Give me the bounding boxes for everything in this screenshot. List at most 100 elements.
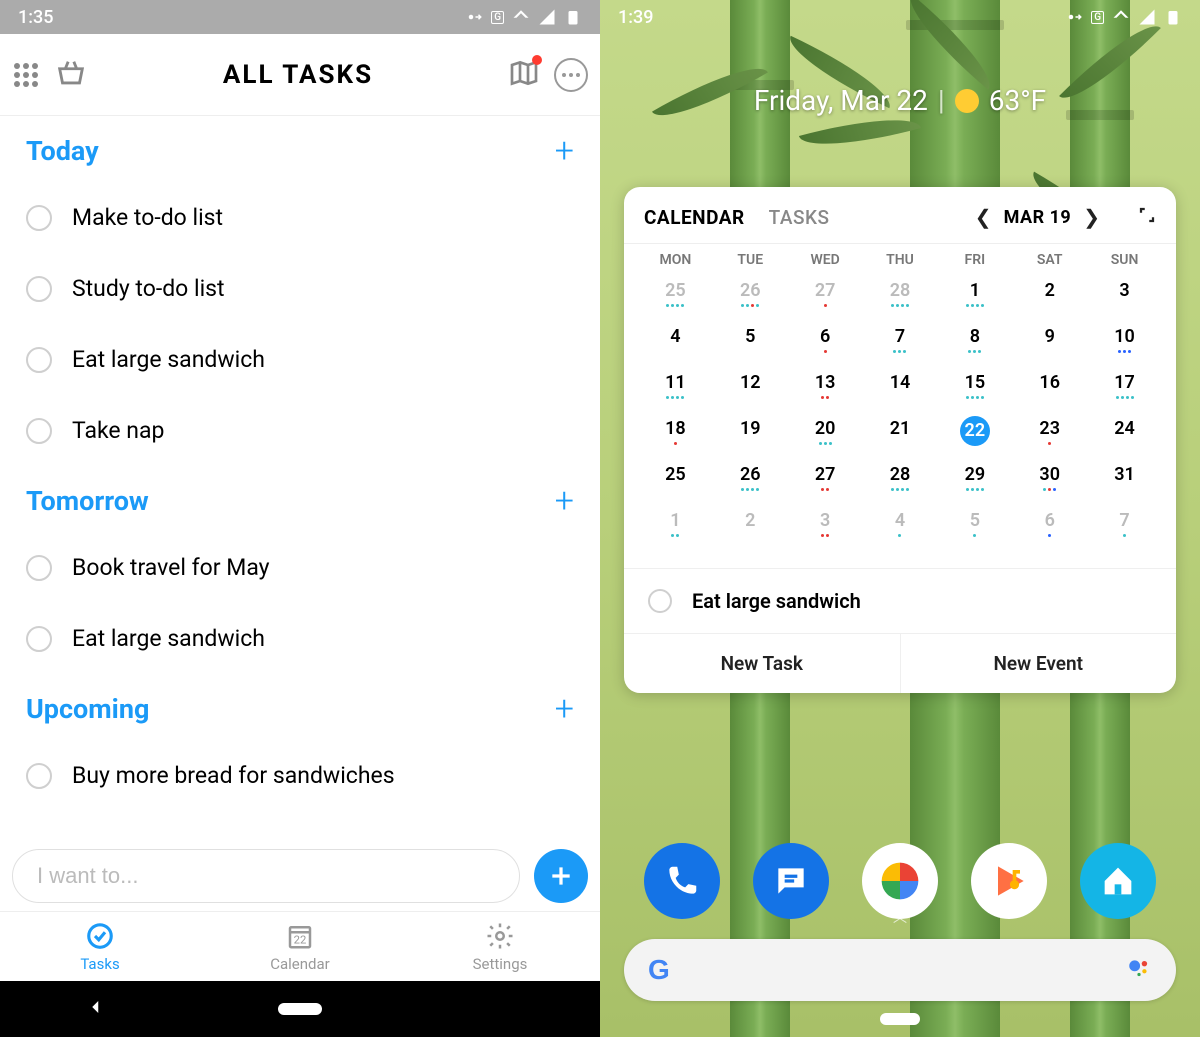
add-icon[interactable]: + [555,134,574,168]
tab-calendar[interactable]: 22 Calendar [200,912,400,981]
add-icon[interactable]: + [555,692,574,726]
calendar-day[interactable]: 21 [863,416,938,456]
widget-task-label: Eat large sandwich [692,589,861,613]
back-button[interactable] [87,998,105,1020]
calendar-day[interactable]: 4 [863,508,938,548]
messages-app-icon[interactable] [753,843,829,919]
calendar-day[interactable]: 5 [713,324,788,364]
calendar-day[interactable]: 31 [1087,462,1162,502]
app-grid-icon[interactable] [12,61,40,89]
home-pill[interactable] [880,1013,920,1025]
add-icon[interactable]: + [555,484,574,518]
assistant-icon[interactable] [1126,955,1152,985]
calendar-day[interactable]: 13 [788,370,863,410]
task-row[interactable]: Take nap [0,395,600,466]
calendar-day[interactable]: 7 [1087,508,1162,548]
task-checkbox[interactable] [26,276,52,302]
expand-icon[interactable] [1138,206,1156,228]
calendar-day[interactable]: 29 [937,462,1012,502]
calendar-day[interactable]: 26 [713,278,788,318]
task-row[interactable]: Make to-do list [0,182,600,253]
calendar-day[interactable]: 1 [937,278,1012,318]
calendar-day[interactable]: 3 [1087,278,1162,318]
calendar-day[interactable]: 27 [788,278,863,318]
tab-tasks[interactable]: Tasks [0,912,200,981]
calendar-day[interactable]: 4 [638,324,713,364]
drag-hint-icon: ︿ [893,907,907,927]
play-music-app-icon[interactable] [971,843,1047,919]
task-checkbox[interactable] [26,347,52,373]
calendar-day[interactable]: 3 [788,508,863,548]
calendar-day[interactable]: 6 [1012,508,1087,548]
widget-tab-calendar[interactable]: CALENDAR [644,206,745,229]
calendar-day[interactable]: 1 [638,508,713,548]
section-title: Tomorrow [26,485,149,517]
add-task-fab[interactable] [534,849,588,903]
svg-text:22: 22 [294,933,307,946]
calendar-day[interactable]: 20 [788,416,863,456]
task-label: Buy more bread for sandwiches [72,762,395,789]
calendar-day[interactable]: 5 [937,508,1012,548]
task-row[interactable]: Buy more bread for sandwiches [0,740,600,811]
calendar-day[interactable]: 10 [1087,324,1162,364]
calendar-day[interactable]: 27 [788,462,863,502]
task-checkbox[interactable] [26,626,52,652]
calendar-day[interactable]: 16 [1012,370,1087,410]
calendar-day[interactable]: 8 [937,324,1012,364]
basket-icon[interactable] [54,56,88,94]
calendar-day[interactable]: 6 [788,324,863,364]
toolbar-title: ALL TASKS [102,60,494,90]
task-checkbox[interactable] [648,589,672,613]
dow-label: TUE [713,252,788,268]
task-checkbox[interactable] [26,205,52,231]
map-icon[interactable] [508,57,540,93]
phone-app-icon[interactable] [644,843,720,919]
calendar-day[interactable]: 28 [863,278,938,318]
task-row[interactable]: Study to-do list [0,253,600,324]
calendar-day[interactable]: 11 [638,370,713,410]
task-row[interactable]: Eat large sandwich [0,603,600,674]
calendar-day[interactable]: 18 [638,416,713,456]
bottom-nav: Tasks 22 Calendar Settings [0,911,600,981]
next-week-icon[interactable]: ❯ [1083,205,1100,229]
calendar-day[interactable]: 25 [638,462,713,502]
calendar-day[interactable]: 19 [713,416,788,456]
tab-tasks-label: Tasks [80,955,119,973]
task-row[interactable]: Eat large sandwich [0,324,600,395]
widget-tab-tasks[interactable]: TASKS [769,206,830,229]
calendar-day[interactable]: 17 [1087,370,1162,410]
widget-task-row[interactable]: Eat large sandwich [624,568,1176,633]
calendar-day[interactable]: 12 [713,370,788,410]
calendar-day[interactable]: 2 [713,508,788,548]
calendar-day[interactable]: 2 [1012,278,1087,318]
calendar-day[interactable]: 22 [937,416,1012,456]
calendar-day[interactable]: 15 [937,370,1012,410]
task-row[interactable]: Book travel for May [0,532,600,603]
temperature: 63°F [989,84,1046,117]
calendar-day[interactable]: 7 [863,324,938,364]
calendar-day[interactable]: 28 [863,462,938,502]
new-event-button[interactable]: New Event [901,634,1177,693]
calendar-grid[interactable]: MONTUEWEDTHUFRISATSUN2526272812345678910… [624,243,1176,568]
calendar-day[interactable]: 14 [863,370,938,410]
task-checkbox[interactable] [26,555,52,581]
google-search-bar[interactable]: G [624,939,1176,1001]
calendar-day[interactable]: 23 [1012,416,1087,456]
calendar-day[interactable]: 9 [1012,324,1087,364]
task-checkbox[interactable] [26,418,52,444]
launcher-app-icon[interactable] [1080,843,1156,919]
task-checkbox[interactable] [26,763,52,789]
new-task-button[interactable]: New Task [624,634,901,693]
tab-settings-label: Settings [473,955,528,973]
date-weather[interactable]: Friday, Mar 22 | 63°F [600,84,1200,117]
tab-settings[interactable]: Settings [400,912,600,981]
calendar-day[interactable]: 30 [1012,462,1087,502]
tasks-list[interactable]: Today+Make to-do listStudy to-do listEat… [0,116,600,841]
calendar-day[interactable]: 24 [1087,416,1162,456]
home-pill[interactable] [278,1003,322,1015]
calendar-day[interactable]: 25 [638,278,713,318]
quick-add-input[interactable] [12,849,520,903]
prev-week-icon[interactable]: ❮ [975,205,992,229]
calendar-day[interactable]: 26 [713,462,788,502]
more-icon[interactable] [554,58,588,92]
